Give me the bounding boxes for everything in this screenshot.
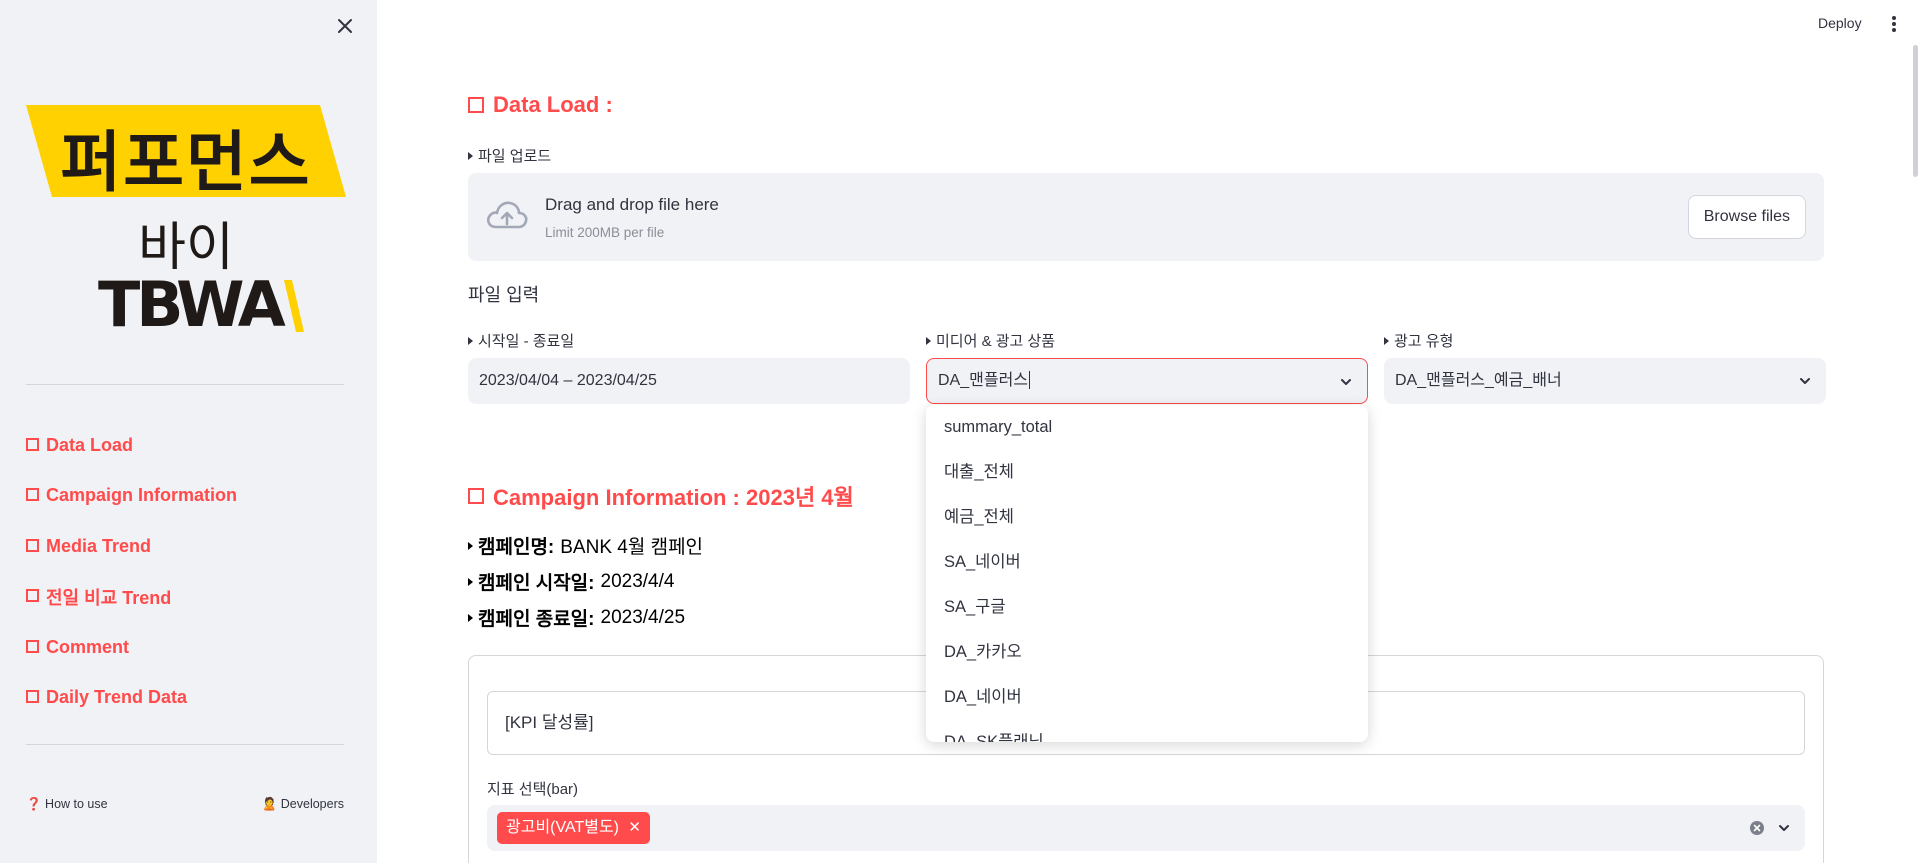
file-input-heading: 파일 입력 bbox=[468, 285, 540, 305]
dropdown-option[interactable]: 대출_전체 bbox=[926, 450, 1368, 495]
campaign-start-line: 캠페인 시작일: 2023/4/4 bbox=[468, 568, 674, 595]
ad-type-select[interactable]: DA_맨플러스_예금_배너 bbox=[1384, 358, 1826, 404]
nav-item-prev-day-trend[interactable]: 전일 비교 Trend bbox=[26, 572, 237, 623]
sidebar: 퍼포먼스 바이 TBWA Data Load Campaign Informat… bbox=[0, 0, 377, 863]
media-product-dropdown: summary_total 대출_전체 예금_전체 SA_네이버 SA_구글 D… bbox=[926, 405, 1368, 742]
campaign-start-key: 캠페인 시작일: bbox=[478, 573, 595, 594]
uploader-title: Drag and drop file here bbox=[545, 195, 719, 214]
campaign-name-key: 캠페인명: bbox=[478, 537, 555, 558]
nav-item-comment[interactable]: Comment bbox=[26, 622, 237, 673]
main-menu-icon[interactable] bbox=[1890, 14, 1898, 34]
close-sidebar-icon[interactable] bbox=[333, 14, 357, 38]
remove-tag-icon[interactable]: ✕ bbox=[628, 812, 641, 844]
nav-item-label: Daily Trend Data bbox=[46, 687, 188, 708]
media-product-label-text: 미디어 & 광고 상품 bbox=[936, 333, 1056, 350]
dropdown-option[interactable]: DA_카카오 bbox=[926, 630, 1368, 675]
browse-files-button[interactable]: Browse files bbox=[1687, 195, 1806, 239]
chevron-down-icon[interactable] bbox=[1777, 821, 1791, 835]
sidebar-nav: Data Load Campaign Information Media Tre… bbox=[26, 420, 237, 723]
nav-item-label: Campaign Information bbox=[46, 485, 238, 506]
file-uploader-dropzone[interactable]: Drag and drop file here Limit 200MB per … bbox=[468, 173, 1824, 261]
nav-item-label: 전일 비교 Trend bbox=[46, 587, 172, 608]
dropdown-option[interactable]: summary_total bbox=[926, 405, 1368, 450]
bullet-triangle-icon bbox=[926, 336, 931, 345]
chevron-down-icon bbox=[1341, 379, 1351, 385]
date-range-label: 시작일 - 종료일 bbox=[468, 330, 574, 351]
bullet-triangle-icon bbox=[468, 336, 473, 345]
campaign-end-line: 캠페인 종료일: 2023/4/25 bbox=[468, 604, 685, 631]
dropdown-option[interactable]: SA_구글 bbox=[926, 585, 1368, 630]
data-load-title: Data Load : bbox=[468, 92, 613, 118]
bullet-triangle-icon bbox=[1384, 336, 1389, 345]
clear-all-icon[interactable] bbox=[1749, 820, 1765, 836]
dropdown-option[interactable]: DA_SK플래닛 bbox=[926, 720, 1368, 742]
campaign-start-value: 2023/4/4 bbox=[600, 570, 675, 592]
date-range-value: 2023/04/04 – 2023/04/25 bbox=[479, 372, 657, 389]
metric-tag-label: 광고비(VAT별도) bbox=[506, 819, 619, 836]
uploader-size-limit: Limit 200MB per file bbox=[545, 225, 665, 240]
developers-link[interactable]: 🙎 Developers bbox=[262, 797, 344, 812]
nav-item-label: Data Load bbox=[46, 434, 134, 455]
dropdown-option[interactable]: 예금_전체 bbox=[926, 495, 1368, 540]
checkbox-square-icon bbox=[468, 97, 484, 113]
logo-line3: TBWA bbox=[98, 268, 286, 341]
file-upload-label-text: 파일 업로드 bbox=[478, 148, 552, 165]
logo-line1: 퍼포먼스 bbox=[60, 124, 312, 201]
media-product-select[interactable]: DA_맨플러스 bbox=[926, 358, 1368, 404]
date-range-input[interactable]: 2023/04/04 – 2023/04/25 bbox=[468, 358, 910, 404]
sidebar-footer: ❓ How to use 🙎 Developers bbox=[26, 797, 344, 812]
text-cursor bbox=[1029, 370, 1031, 389]
data-load-title-text: Data Load : bbox=[493, 92, 613, 117]
checkbox-square-icon bbox=[468, 488, 484, 504]
nav-item-data-load[interactable]: Data Load bbox=[26, 420, 237, 471]
nav-item-label: Comment bbox=[46, 636, 130, 657]
nav-item-daily-trend-data[interactable]: Daily Trend Data bbox=[26, 673, 237, 724]
bullet-triangle-icon bbox=[468, 541, 473, 550]
campaign-name-value: BANK 4월 캠페인 bbox=[560, 537, 704, 558]
checkbox-square-icon bbox=[26, 488, 39, 502]
checkbox-square-icon bbox=[26, 639, 39, 653]
page-scrollbar[interactable] bbox=[1913, 45, 1918, 177]
campaign-info-title: Campaign Information : 2023년 4월 bbox=[468, 480, 854, 512]
ad-type-label-text: 광고 유형 bbox=[1394, 333, 1454, 350]
ad-type-label: 광고 유형 bbox=[1384, 330, 1453, 351]
bullet-triangle-icon bbox=[468, 613, 473, 622]
date-range-label-text: 시작일 - 종료일 bbox=[478, 333, 575, 350]
media-product-value: DA_맨플러스 bbox=[938, 372, 1029, 389]
checkbox-square-icon bbox=[26, 690, 39, 704]
nav-item-media-trend[interactable]: Media Trend bbox=[26, 521, 237, 572]
logo-slash-mark bbox=[284, 280, 304, 332]
cloud-upload-icon bbox=[486, 201, 528, 229]
app-logo: 퍼포먼스 바이 TBWA bbox=[26, 105, 346, 341]
sidebar-divider bbox=[26, 384, 344, 385]
media-product-label: 미디어 & 광고 상품 bbox=[926, 330, 1055, 351]
kpi-label: [KPI 달성률] bbox=[505, 713, 594, 732]
checkbox-square-icon bbox=[26, 589, 39, 603]
campaign-end-value: 2023/4/25 bbox=[600, 606, 686, 628]
dropdown-option[interactable]: DA_네이버 bbox=[926, 675, 1368, 720]
bullet-triangle-icon bbox=[468, 577, 473, 586]
deploy-button[interactable]: Deploy bbox=[1818, 15, 1862, 31]
campaign-info-title-text: Campaign Information : 2023년 4월 bbox=[493, 485, 854, 510]
dropdown-option[interactable]: SA_네이버 bbox=[926, 540, 1368, 585]
bullet-triangle-icon bbox=[468, 151, 473, 160]
metric-select-label: 지표 선택(bar) bbox=[487, 781, 579, 798]
metric-tag[interactable]: 광고비(VAT별도) ✕ bbox=[497, 812, 650, 844]
checkbox-square-icon bbox=[26, 538, 39, 552]
file-upload-label: 파일 업로드 bbox=[468, 145, 551, 166]
how-to-use-link[interactable]: ❓ How to use bbox=[26, 797, 108, 812]
campaign-name-line: 캠페인명: BANK 4월 캠페인 bbox=[468, 532, 703, 559]
chevron-down-icon bbox=[1800, 378, 1810, 384]
ad-type-value: DA_맨플러스_예금_배너 bbox=[1395, 372, 1562, 389]
nav-item-label: Media Trend bbox=[46, 535, 152, 556]
checkbox-square-icon bbox=[26, 437, 39, 451]
metric-multiselect[interactable]: 광고비(VAT별도) ✕ bbox=[487, 805, 1805, 851]
campaign-end-key: 캠페인 종료일: bbox=[478, 609, 595, 630]
sidebar-divider bbox=[26, 744, 344, 745]
nav-item-campaign-information[interactable]: Campaign Information bbox=[26, 471, 237, 522]
